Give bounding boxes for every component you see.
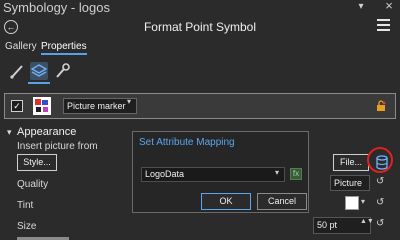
style-button[interactable]: Style... <box>17 154 57 171</box>
file-button[interactable]: File... <box>333 154 369 171</box>
page-title: Format Point Symbol <box>143 20 257 34</box>
chevron-down-icon: ▾ <box>127 97 132 106</box>
wrench-icon[interactable] <box>53 62 71 80</box>
size-spinner[interactable]: ▲▼ <box>360 218 374 225</box>
red-annotation-circle <box>367 147 393 173</box>
reset-icon[interactable]: ↺ <box>376 219 386 229</box>
reset-icon[interactable]: ↺ <box>376 177 386 187</box>
chevron-down-icon: ▾ <box>275 168 280 177</box>
symbol-layer-row[interactable]: ✓ Picture marker ▾ <box>4 93 396 119</box>
ok-button[interactable]: OK <box>201 193 251 210</box>
tint-label: Tint <box>17 200 34 211</box>
set-attribute-mapping-dialog: Set Attribute Mapping LogoData ▾ fx OK C… <box>132 131 309 213</box>
cancel-button[interactable]: Cancel <box>257 193 307 210</box>
reset-icon[interactable]: ↺ <box>376 198 386 208</box>
layer-visibility-checkbox[interactable]: ✓ <box>11 100 23 112</box>
pane-options-icon[interactable]: ▾ <box>355 0 367 14</box>
active-tab-indicator <box>41 53 87 55</box>
insert-picture-label: Insert picture from <box>17 141 98 152</box>
appearance-collapse-icon[interactable]: ▾ <box>7 127 12 138</box>
tab-gallery[interactable]: Gallery <box>5 41 37 52</box>
layers-icon[interactable] <box>30 62 48 80</box>
tab-properties[interactable]: Properties <box>41 41 87 52</box>
chevron-down-icon[interactable]: ▾ <box>361 197 365 206</box>
field-dropdown[interactable]: LogoData <box>141 167 285 182</box>
quality-dropdown[interactable]: Picture <box>330 175 370 191</box>
dialog-title: Set Attribute Mapping <box>139 137 235 148</box>
pane-title: Symbology - logos <box>3 0 110 15</box>
quality-label: Quality <box>17 179 49 190</box>
menu-icon[interactable] <box>377 19 390 31</box>
tint-color-swatch[interactable] <box>345 196 359 210</box>
picture-preview-icon <box>33 97 51 115</box>
lock-icon[interactable] <box>375 100 387 112</box>
size-label: Size <box>17 221 37 232</box>
layer-type-dropdown[interactable]: Picture marker <box>63 98 137 114</box>
active-tool-indicator <box>28 82 50 84</box>
brush-icon[interactable] <box>8 62 26 80</box>
close-icon[interactable]: × <box>382 0 396 13</box>
appearance-heading: Appearance <box>17 126 77 138</box>
expression-icon[interactable]: fx <box>290 168 302 180</box>
